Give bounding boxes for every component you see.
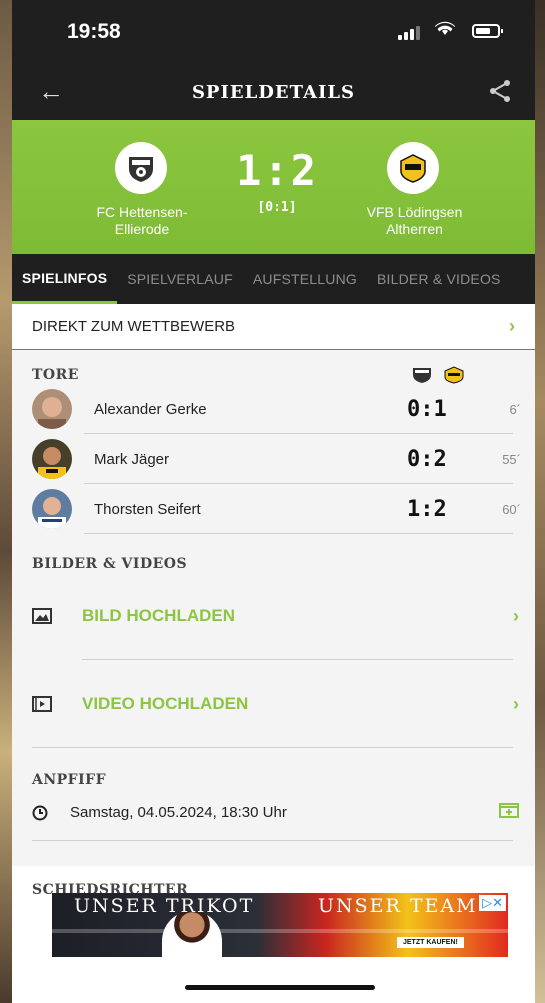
phone-screen: 19:58 ← SPIELDETAILS FC Hettensen- Ellie… bbox=[12, 0, 535, 1003]
divider bbox=[32, 840, 513, 841]
status-time: 19:58 bbox=[67, 20, 121, 43]
app-header: ← SPIELDETAILS bbox=[12, 64, 535, 120]
goals-header: TORE bbox=[12, 366, 535, 384]
wifi-icon bbox=[435, 20, 455, 41]
scorer-name: Mark Jäger bbox=[94, 450, 170, 468]
tab-bar: SPIELINFOS SPIELVERLAUF AUFSTELLUNG BILD… bbox=[12, 254, 535, 304]
ad-close-icon[interactable]: ▷✕ bbox=[479, 895, 506, 911]
image-icon bbox=[32, 608, 52, 624]
team-crests-mini bbox=[411, 366, 465, 384]
home-crest-mini-icon bbox=[413, 368, 431, 383]
clock-icon bbox=[32, 805, 48, 820]
divider bbox=[84, 533, 513, 534]
kickoff-heading: ANPFIFF bbox=[32, 772, 107, 788]
status-bar: 19:58 bbox=[12, 0, 535, 64]
upload-image-label: BILD HOCHLADEN bbox=[82, 606, 235, 625]
player-avatar bbox=[32, 389, 72, 429]
upload-video-label: VIDEO HOCHLADEN bbox=[82, 694, 249, 713]
ad-text-right: UNSER TEAM bbox=[318, 895, 478, 917]
kickoff-section: ANPFIFF Samstag, 04.05.2024, 18:30 Uhr bbox=[12, 748, 535, 866]
goal-row[interactable]: Alexander Gerke 0:1 6´ bbox=[12, 384, 535, 434]
chevron-right-icon: › bbox=[513, 693, 519, 714]
goal-row[interactable]: Mark Jäger 0:2 55´ bbox=[12, 434, 535, 484]
background-right bbox=[535, 0, 545, 1003]
kickoff-row: Samstag, 04.05.2024, 18:30 Uhr bbox=[32, 804, 287, 821]
media-heading: BILDER & VIDEOS bbox=[32, 556, 188, 572]
upload-video-row[interactable]: VIDEO HOCHLADEN › bbox=[12, 660, 535, 748]
away-crest-icon bbox=[400, 154, 426, 183]
tab-bilder-videos[interactable]: BILDER & VIDEOS bbox=[367, 254, 511, 304]
media-section: BILDER & VIDEOS BILD HOCHLADEN › VIDEO H… bbox=[12, 534, 535, 748]
goal-score: 0:2 bbox=[407, 446, 447, 472]
score-header: FC Hettensen- Ellierode 1:2 [0:1] VFB Lö… bbox=[12, 120, 535, 254]
player-avatar bbox=[32, 489, 72, 529]
upload-image-row[interactable]: BILD HOCHLADEN › bbox=[12, 572, 535, 660]
video-icon bbox=[32, 696, 52, 712]
home-team-crest[interactable] bbox=[115, 142, 167, 194]
goal-minute: 6´ bbox=[509, 401, 521, 417]
page-title: SPIELDETAILS bbox=[191, 82, 356, 103]
kickoff-datetime: Samstag, 04.05.2024, 18:30 Uhr bbox=[70, 804, 287, 821]
away-crest-mini-icon bbox=[444, 366, 464, 384]
battery-icon bbox=[472, 24, 503, 38]
chevron-right-icon: › bbox=[509, 316, 515, 336]
ad-player-image bbox=[162, 911, 222, 957]
halftime-score: [0:1] bbox=[257, 200, 297, 215]
chevron-right-icon: › bbox=[513, 605, 519, 626]
goal-score: 0:1 bbox=[407, 396, 447, 422]
goals-section: TORE Alexander Gerke 0:1 6´ Mark Jäger 0… bbox=[12, 350, 535, 534]
add-to-calendar-icon[interactable] bbox=[499, 802, 519, 818]
player-avatar bbox=[32, 439, 72, 479]
share-icon[interactable] bbox=[487, 78, 513, 104]
advertisement-banner[interactable]: UNSER TRIKOT UNSER TEAM JETZT KAUFEN! ▷✕ bbox=[52, 893, 508, 957]
goal-minute: 55´ bbox=[502, 451, 521, 467]
tab-spielinfos[interactable]: SPIELINFOS bbox=[12, 254, 118, 304]
tab-aufstellung[interactable]: AUFSTELLUNG bbox=[243, 254, 367, 304]
content: DIREKT ZUM WETTBEWERB › TORE Alexander G… bbox=[12, 304, 535, 866]
ad-stripe bbox=[52, 929, 508, 933]
goal-row[interactable]: Thorsten Seifert 1:2 60´ bbox=[12, 484, 535, 534]
background-left bbox=[0, 0, 12, 1003]
away-team-name[interactable]: VFB Lödingsen Altherren bbox=[342, 204, 487, 238]
competition-link-label: DIREKT ZUM WETTBEWERB bbox=[32, 318, 236, 335]
scorer-name: Thorsten Seifert bbox=[94, 500, 201, 518]
match-score: 1:2 bbox=[236, 146, 318, 195]
ad-text-left: UNSER TRIKOT bbox=[74, 895, 255, 917]
away-team-crest[interactable] bbox=[387, 142, 439, 194]
home-indicator[interactable] bbox=[185, 985, 375, 990]
tab-spielverlauf[interactable]: SPIELVERLAUF bbox=[117, 254, 243, 304]
scorer-name: Alexander Gerke bbox=[94, 400, 207, 418]
goal-score: 1:2 bbox=[407, 496, 447, 522]
goal-minute: 60´ bbox=[502, 501, 521, 517]
home-team-label: FC Hettensen- Ellierode bbox=[96, 204, 188, 237]
ad-cta-button[interactable]: JETZT KAUFEN! bbox=[397, 937, 464, 948]
away-team-label: VFB Lödingsen Altherren bbox=[366, 204, 463, 237]
goals-heading: TORE bbox=[32, 367, 79, 383]
home-team-name[interactable]: FC Hettensen- Ellierode bbox=[72, 204, 212, 238]
signal-icon bbox=[398, 26, 420, 40]
competition-link[interactable]: DIREKT ZUM WETTBEWERB › bbox=[12, 304, 535, 350]
home-crest-icon bbox=[129, 157, 153, 182]
